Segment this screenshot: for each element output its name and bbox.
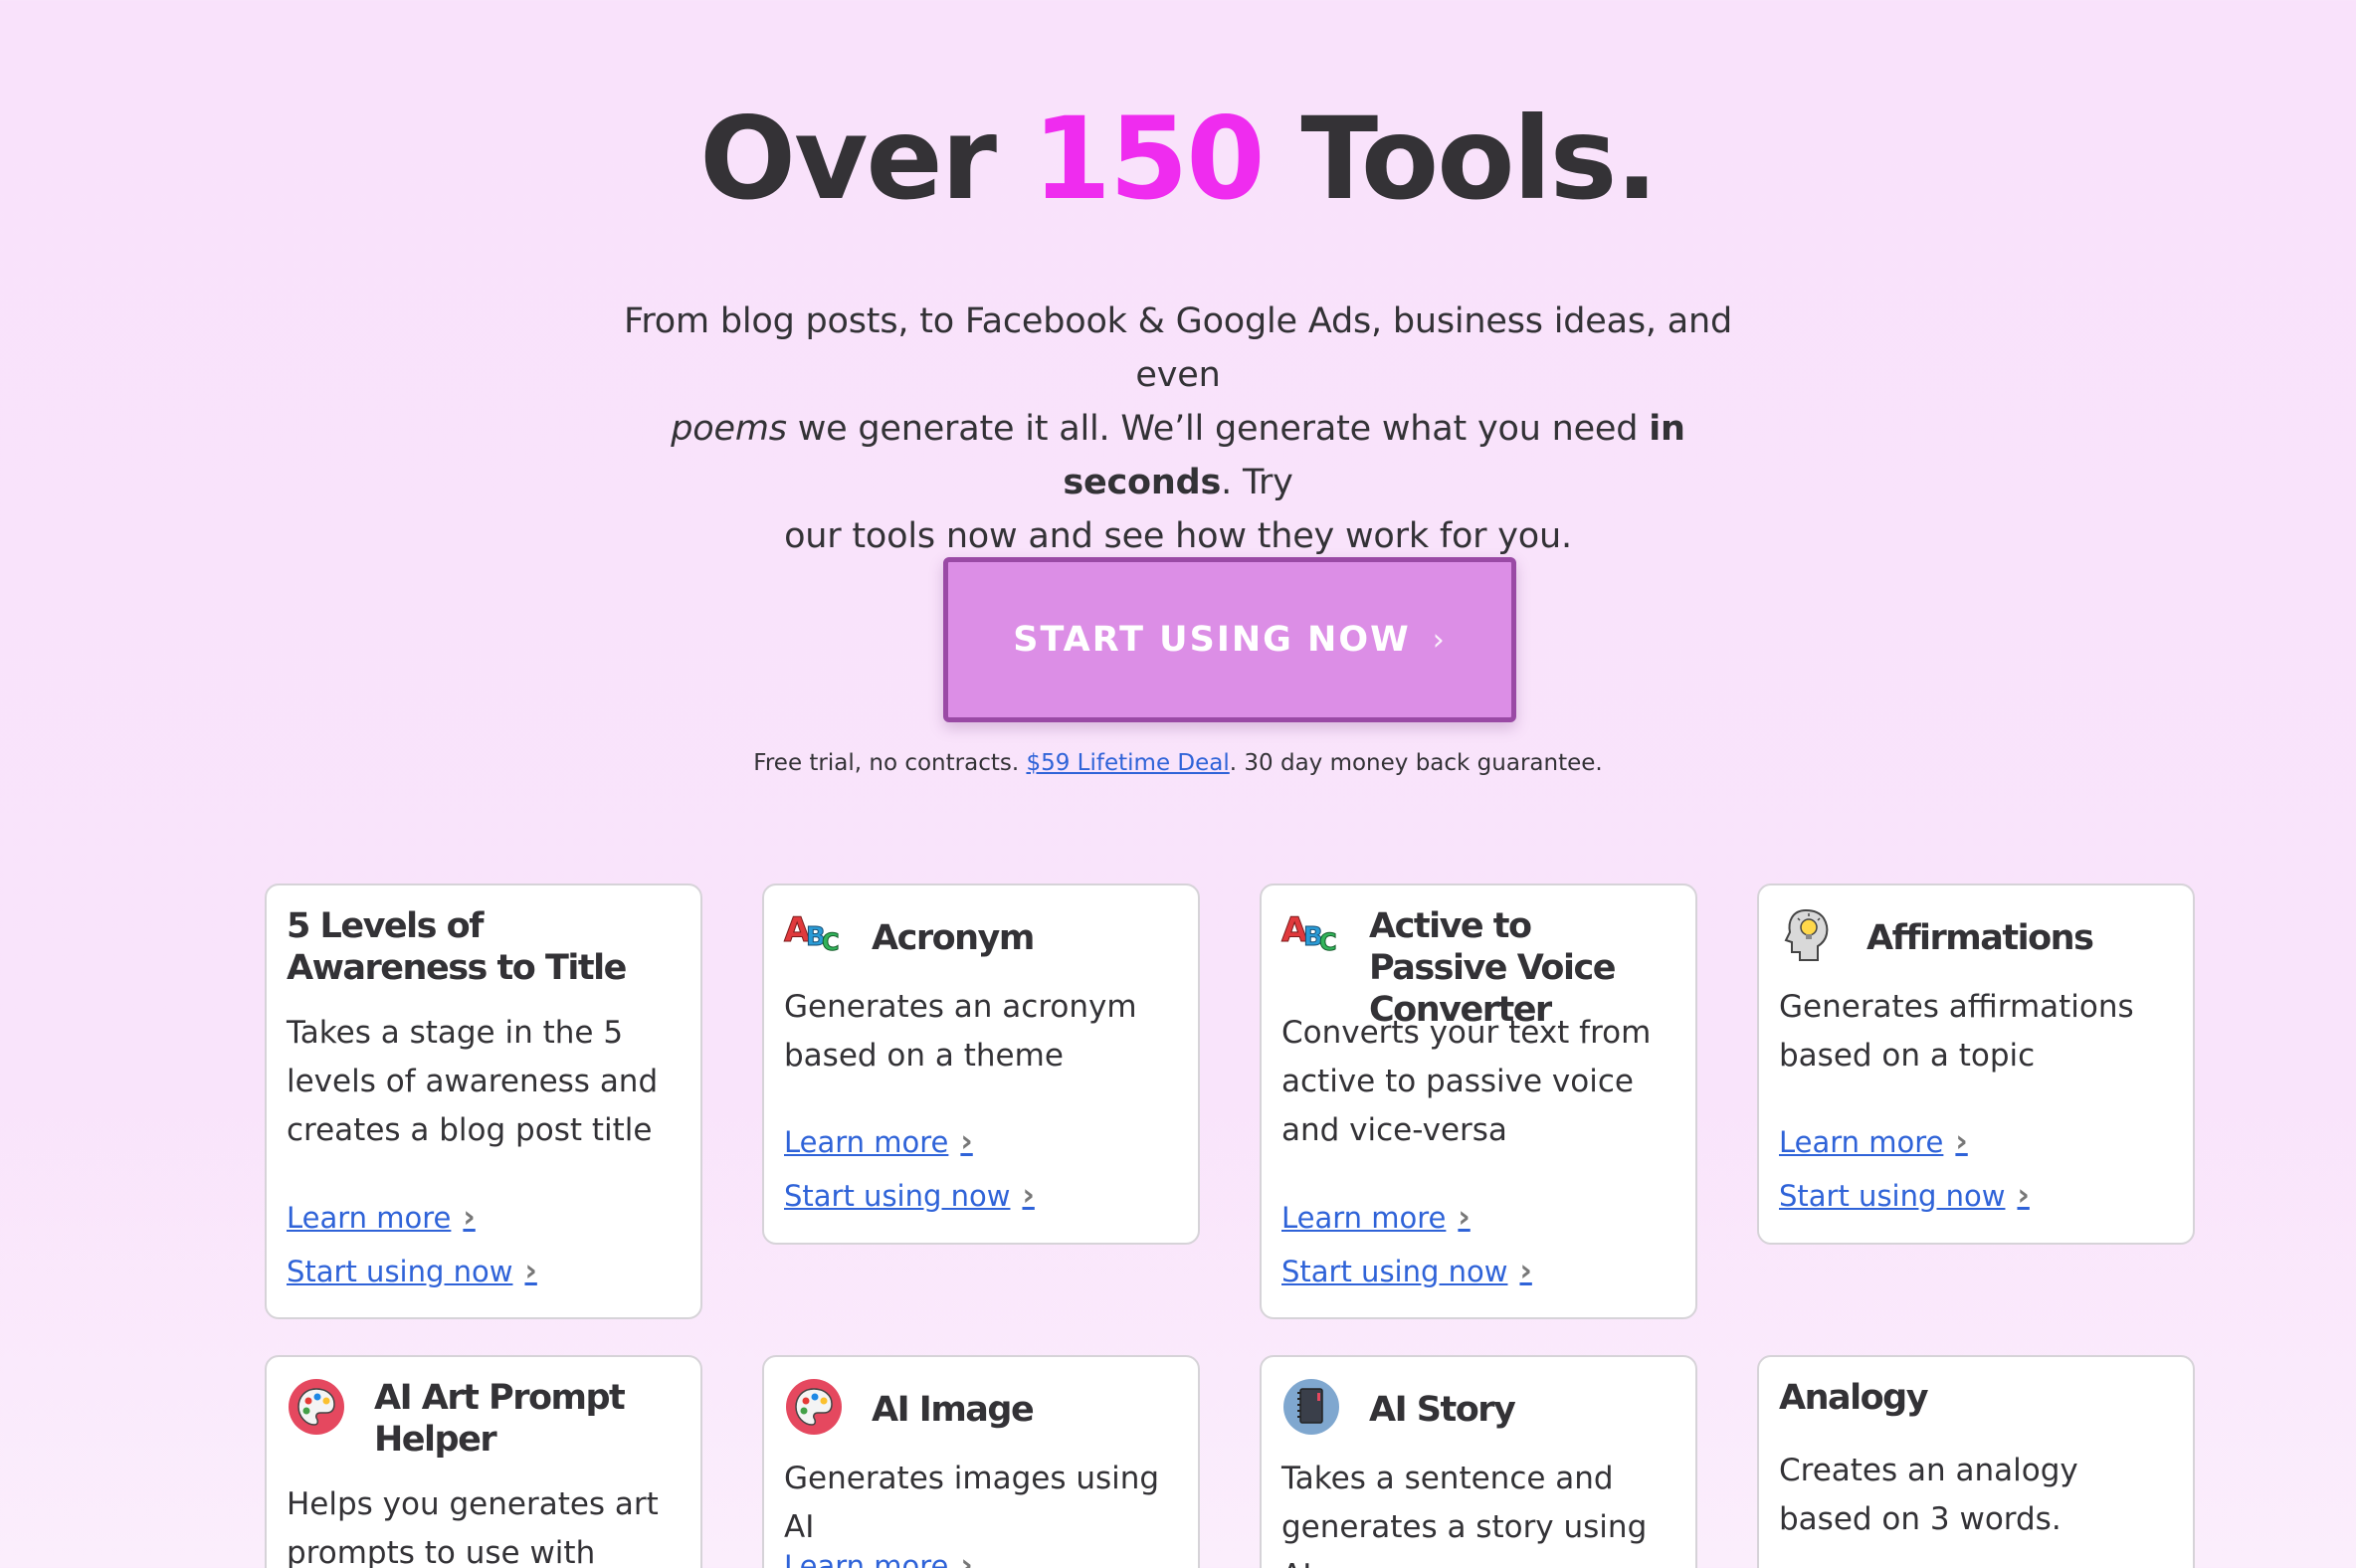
abc-blocks-icon: ABC xyxy=(783,910,840,957)
title-post: Tools. xyxy=(1300,93,1658,225)
subtitle-line-2: we generate it all. We’ll generate what … xyxy=(797,409,1639,449)
subtitle-line-3: our tools now and see how they work for … xyxy=(784,516,1572,556)
guarantee-pre: Free trial, no contracts. xyxy=(753,750,1020,776)
chevron-right-icon: › xyxy=(1955,1124,1968,1159)
chevron-right-icon: › xyxy=(1022,1178,1035,1213)
cta-label: START USING NOW xyxy=(1013,620,1411,660)
tool-card: 5 Levels of Awareness to Title Takes a s… xyxy=(265,883,702,1319)
start-using-now-link[interactable]: Start using now › xyxy=(1779,1178,2030,1213)
learn-more-link[interactable]: Learn more › xyxy=(287,1200,476,1235)
chevron-right-icon: › xyxy=(1519,1254,1532,1288)
chevron-right-icon: › xyxy=(463,1200,476,1235)
learn-more-label: Learn more xyxy=(1779,1124,1944,1159)
tool-card-description: Creates an analogy based on 3 words. xyxy=(1779,1453,2078,1537)
start-using-label: Start using now xyxy=(287,1254,513,1288)
chevron-right-icon: › xyxy=(960,1124,973,1159)
learn-more-label: Learn more xyxy=(287,1200,452,1235)
tool-card-title: AI Image xyxy=(872,1390,1035,1430)
tool-card-title: Affirmations xyxy=(1866,918,2094,958)
learn-more-link[interactable]: Learn more › xyxy=(784,1124,973,1159)
palette-icon xyxy=(784,1377,844,1437)
chevron-right-icon: › xyxy=(2017,1178,2030,1213)
tool-card: AI Story Takes a sentence and generates … xyxy=(1260,1355,1697,1568)
chevron-right-icon: › xyxy=(524,1254,537,1288)
learn-more-link[interactable]: Learn more › xyxy=(1281,1200,1471,1235)
start-using-now-link[interactable]: Start using now › xyxy=(784,1178,1035,1213)
guarantee-text: Free trial, no contracts. $59 Lifetime D… xyxy=(0,750,2356,776)
guarantee-post: . 30 day money back guarantee. xyxy=(1229,750,1603,776)
start-using-now-link[interactable]: Start using now › xyxy=(1281,1254,1532,1288)
head-lightbulb-icon xyxy=(1779,905,1839,965)
start-using-now-link[interactable]: Start using now › xyxy=(287,1254,537,1288)
tool-card-description: Takes a sentence and generates a story u… xyxy=(1281,1461,1648,1568)
start-using-label: Start using now xyxy=(1281,1254,1508,1288)
notebook-icon xyxy=(1281,1377,1341,1437)
start-using-now-button[interactable]: START USING NOW › xyxy=(943,557,1516,722)
palette-icon xyxy=(287,1377,346,1437)
tool-card-description: Converts your text from active to passiv… xyxy=(1281,1015,1652,1148)
tool-card: ABC Active to Passive Voice Converter Co… xyxy=(1260,883,1697,1319)
chevron-right-icon: › xyxy=(960,1548,973,1568)
chevron-right-icon: › xyxy=(1458,1200,1471,1235)
start-using-label: Start using now xyxy=(1779,1178,2006,1213)
lifetime-deal-link[interactable]: $59 Lifetime Deal xyxy=(1026,750,1229,776)
tool-card-description: Helps you generates art prompts to use w… xyxy=(287,1486,659,1568)
tool-card-description: Generates images using AI xyxy=(784,1461,1160,1545)
tool-card-title: Analogy xyxy=(1779,1378,1929,1418)
tool-card-title: AI Art Prompt Helper xyxy=(374,1378,626,1460)
learn-more-label: Learn more xyxy=(784,1548,949,1568)
chevron-right-icon: › xyxy=(1432,622,1447,658)
tool-card-title: 5 Levels of Awareness to Title xyxy=(287,906,627,988)
title-pre: Over xyxy=(699,93,997,225)
learn-more-link[interactable]: Learn more › xyxy=(784,1548,973,1568)
tool-card: ABC Acronym Generates an acronym based o… xyxy=(762,883,1200,1245)
tool-card-description: Generates an acronym based on a theme xyxy=(784,989,1137,1074)
tool-card-description: Generates affirmations based on a topic xyxy=(1779,989,2134,1074)
abc-blocks-icon: ABC xyxy=(1280,910,1337,957)
page-title: Over 150 Tools. xyxy=(0,92,2356,227)
tool-card-description: Takes a stage in the 5 levels of awarene… xyxy=(287,1015,659,1148)
tool-card: Analogy Creates an analogy based on 3 wo… xyxy=(1757,1355,2195,1568)
subtitle-emphasis: poems xyxy=(671,409,787,449)
tool-card: Affirmations Generates affirmations base… xyxy=(1757,883,2195,1245)
tool-card-title: AI Story xyxy=(1369,1390,1516,1430)
title-accent-number: 150 xyxy=(1032,93,1266,225)
start-using-label: Start using now xyxy=(784,1178,1011,1213)
hero-subtitle: From blog posts, to Facebook & Google Ad… xyxy=(597,294,1759,563)
subtitle-line-1: From blog posts, to Facebook & Google Ad… xyxy=(624,301,1732,395)
learn-more-link[interactable]: Learn more › xyxy=(1779,1124,1968,1159)
tool-card: AI Image Generates images using AI Learn… xyxy=(762,1355,1200,1568)
learn-more-label: Learn more xyxy=(1281,1200,1447,1235)
subtitle-line-2-end: . Try xyxy=(1221,463,1293,502)
learn-more-label: Learn more xyxy=(784,1124,949,1159)
tool-card: AI Art Prompt Helper Helps you generates… xyxy=(265,1355,702,1568)
tool-card-title: Acronym xyxy=(872,918,1035,958)
